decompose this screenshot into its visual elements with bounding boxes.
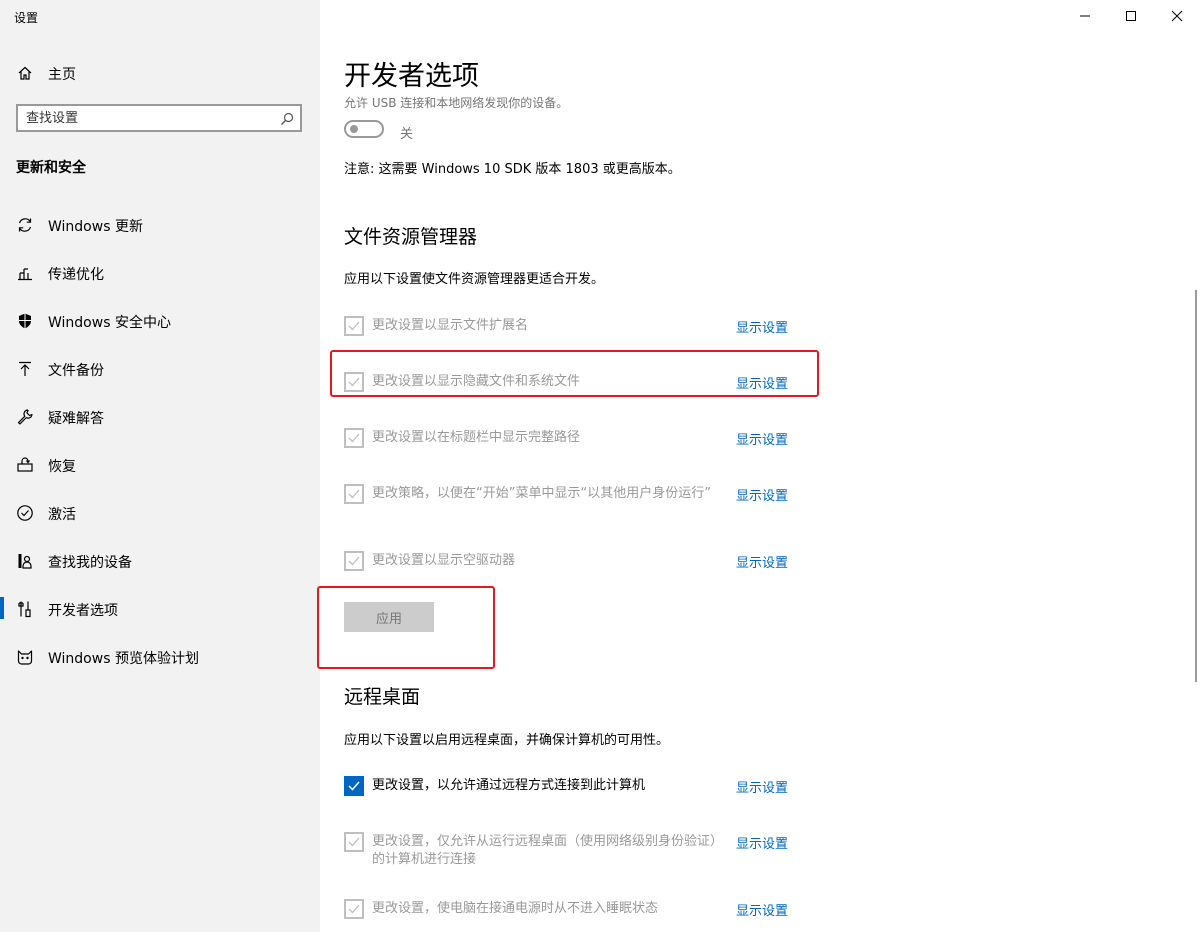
minimize-icon[interactable]: [1077, 8, 1093, 24]
sidebar-item-label: 开发者选项: [48, 603, 118, 619]
sidebar-item-file-backup[interactable]: 文件备份: [0, 349, 320, 389]
insider-cat-icon: [17, 650, 33, 665]
sidebar-item-activation[interactable]: 激活: [0, 493, 320, 533]
recovery-icon: [17, 457, 33, 472]
highlight-box-hidden-files: [330, 350, 819, 397]
checkbox[interactable]: [344, 484, 364, 504]
checkmark-icon: [348, 489, 360, 499]
option-label: 更改设置以在标题栏中显示完整路径: [372, 430, 581, 445]
sidebar-home-label: 主页: [48, 67, 76, 83]
checkbox[interactable]: [344, 551, 364, 571]
show-settings-link[interactable]: 显示设置: [736, 900, 788, 919]
device-discovery-toggle[interactable]: [344, 120, 384, 138]
home-icon: [18, 66, 32, 80]
sidebar-item-windows-security[interactable]: Windows 安全中心: [0, 301, 320, 341]
sidebar-item-label: 传递优化: [48, 267, 104, 283]
wrench-icon: [17, 409, 33, 425]
option-label: 更改设置，使电脑在接通电源时从不进入睡眠状态: [372, 901, 659, 916]
show-settings-link[interactable]: 显示设置: [736, 833, 788, 852]
remote-desktop-intro: 应用以下设置以启用远程桌面，并确保计算机的可用性。: [344, 733, 670, 748]
sidebar-item-delivery-optimization[interactable]: 传递优化: [0, 253, 320, 293]
checkbox[interactable]: [344, 316, 364, 336]
option-label: 更改设置以显示文件扩展名: [372, 318, 529, 333]
sidebar-item-troubleshoot[interactable]: 疑难解答: [0, 397, 320, 437]
option-label: 更改设置，仅允许从运行远程桌面（使用网络级别身份验证）的计算机进行连接: [372, 834, 717, 867]
show-settings-link[interactable]: 显示设置: [736, 429, 788, 448]
sidebar-item-label: 恢复: [48, 459, 76, 475]
sidebar-item-recovery[interactable]: 恢复: [0, 445, 320, 485]
show-settings-link[interactable]: 显示设置: [736, 552, 788, 571]
option-label: 更改策略，以便在“开始”菜单中显示“以其他用户身份运行”: [372, 486, 711, 501]
section-title: 更新和安全: [16, 160, 86, 176]
search-box[interactable]: [16, 104, 302, 132]
toggle-state-label: 关: [400, 127, 414, 142]
page-title: 开发者选项: [344, 61, 479, 92]
search-input[interactable]: [26, 108, 266, 128]
sync-icon: [18, 218, 32, 232]
checkbox[interactable]: [344, 428, 364, 448]
sidebar-item-developer-options[interactable]: 开发者选项: [0, 589, 320, 629]
checkmark-icon: [348, 321, 360, 331]
app-title: 设置: [14, 11, 39, 25]
maximize-icon[interactable]: [1123, 8, 1139, 24]
option-label: 更改设置，以允许通过远程方式连接到此计算机: [372, 778, 646, 793]
sidebar-item-label: 激活: [48, 507, 76, 523]
sidebar-item-label: Windows 预览体验计划: [48, 651, 199, 667]
file-explorer-heading: 文件资源管理器: [344, 226, 478, 248]
sidebar-home[interactable]: 主页: [0, 58, 320, 88]
search-icon[interactable]: [280, 112, 294, 126]
show-settings-link[interactable]: 显示设置: [736, 485, 788, 504]
backup-arrow-icon: [19, 361, 31, 376]
remote-desktop-heading: 远程桌面: [344, 686, 421, 708]
checkbox[interactable]: [344, 899, 364, 919]
scrollbar[interactable]: [1195, 290, 1197, 682]
highlight-box-apply: [317, 586, 495, 669]
option-label: 更改设置以显示空驱动器: [372, 553, 516, 568]
check-circle-icon: [17, 505, 33, 521]
sidebar-item-label: 查找我的设备: [48, 555, 132, 571]
checkmark-icon: [348, 781, 360, 791]
close-icon[interactable]: [1169, 8, 1185, 24]
sidebar-item-windows-insider[interactable]: Windows 预览体验计划: [0, 637, 320, 677]
checkmark-icon: [348, 556, 360, 566]
selected-indicator: [0, 597, 4, 619]
checkmark-icon: [348, 904, 360, 914]
checkmark-icon: [348, 837, 360, 847]
show-settings-link[interactable]: 显示设置: [736, 317, 788, 336]
shield-icon: [19, 313, 31, 329]
toggle-knob: [350, 125, 358, 133]
sidebar-item-find-my-device[interactable]: 查找我的设备: [0, 541, 320, 581]
sidebar-item-label: 文件备份: [48, 363, 104, 379]
checkbox[interactable]: [344, 776, 364, 796]
sidebar: 设置 主页 更新和安全 Windows 更新 传递优化 Windows 安全中心…: [0, 0, 320, 932]
developer-tools-icon: [18, 601, 31, 618]
sidebar-item-label: Windows 安全中心: [48, 315, 171, 331]
person-pin-icon: [18, 554, 32, 569]
sidebar-item-windows-update[interactable]: Windows 更新: [0, 205, 320, 245]
checkbox[interactable]: [344, 832, 364, 852]
checkmark-icon: [348, 433, 360, 443]
file-explorer-intro: 应用以下设置使文件资源管理器更适合开发。: [344, 272, 605, 287]
sidebar-item-label: 疑难解答: [48, 411, 104, 427]
sdk-note: 注意: 这需要 Windows 10 SDK 版本 1803 或更高版本。: [344, 162, 681, 177]
sidebar-item-label: Windows 更新: [48, 219, 143, 235]
show-settings-link[interactable]: 显示设置: [736, 777, 788, 796]
device-discovery-desc: 允许 USB 连接和本地网络发现你的设备。: [344, 96, 569, 110]
delivery-optimization-icon: [18, 268, 32, 281]
